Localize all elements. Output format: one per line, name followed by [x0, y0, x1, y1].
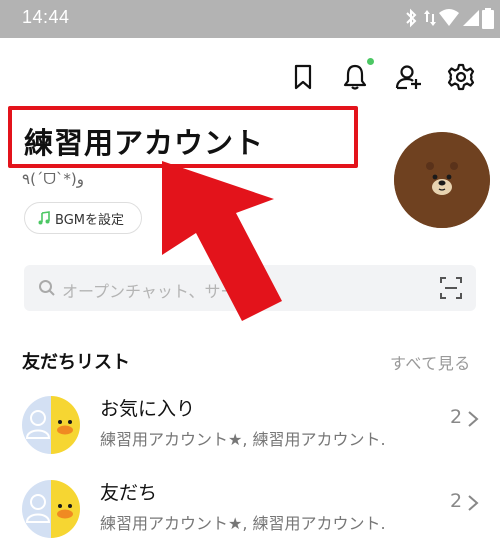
see-all-link[interactable]: すべて見る [390, 350, 471, 374]
list-item-title: 友だち [100, 482, 158, 504]
signal-icon [463, 10, 479, 26]
group-avatar-icon [22, 396, 80, 454]
home-screen: 14:44 練習用アカウント ٩(ˊᗜˋ*)و BGMを設定 オープンチャット、… [0, 0, 500, 548]
wifi-icon [439, 9, 459, 26]
bell-icon[interactable] [340, 62, 370, 92]
list-item-count: 2 [450, 406, 463, 428]
list-item-subtitle: 練習用アカウント★, 練習用アカウント. [100, 514, 386, 533]
bgm-button[interactable]: BGMを設定 [24, 202, 142, 234]
search-icon [39, 280, 55, 296]
battery-icon [482, 8, 494, 29]
bgm-button-label: BGMを設定 [55, 212, 124, 228]
status-bar: 14:44 [0, 0, 500, 38]
gear-icon[interactable] [446, 62, 476, 92]
list-item-subtitle: 練習用アカウント★, 練習用アカウント. [100, 430, 386, 449]
friends-section-title: 友だちリスト [22, 352, 130, 373]
bear-face-icon [394, 132, 490, 228]
group-avatar [22, 480, 80, 538]
list-item-favorites[interactable]: お気に入り 練習用アカウント★, 練習用アカウント. 2 [0, 388, 500, 460]
list-item-count: 2 [450, 490, 463, 512]
red-arrow-annotation [162, 161, 282, 321]
chevron-right-icon [468, 411, 479, 427]
qr-scan-icon[interactable] [440, 277, 462, 299]
status-message[interactable]: ٩(ˊᗜˋ*)و [22, 170, 84, 188]
list-item-title: お気に入り [100, 398, 196, 420]
music-note-icon [38, 211, 50, 225]
notification-dot [367, 58, 374, 65]
bluetooth-icon [406, 8, 417, 28]
add-friend-icon[interactable] [394, 62, 424, 92]
data-arrows-icon [424, 10, 436, 26]
profile-avatar[interactable] [394, 132, 490, 228]
list-item-friends[interactable]: 友だち 練習用アカウント★, 練習用アカウント. 2 [0, 472, 500, 544]
group-avatar [22, 396, 80, 454]
bookmark-icon[interactable] [288, 62, 318, 92]
status-time: 14:44 [22, 7, 70, 27]
chevron-right-icon [468, 495, 479, 511]
group-avatar-icon [22, 480, 80, 538]
